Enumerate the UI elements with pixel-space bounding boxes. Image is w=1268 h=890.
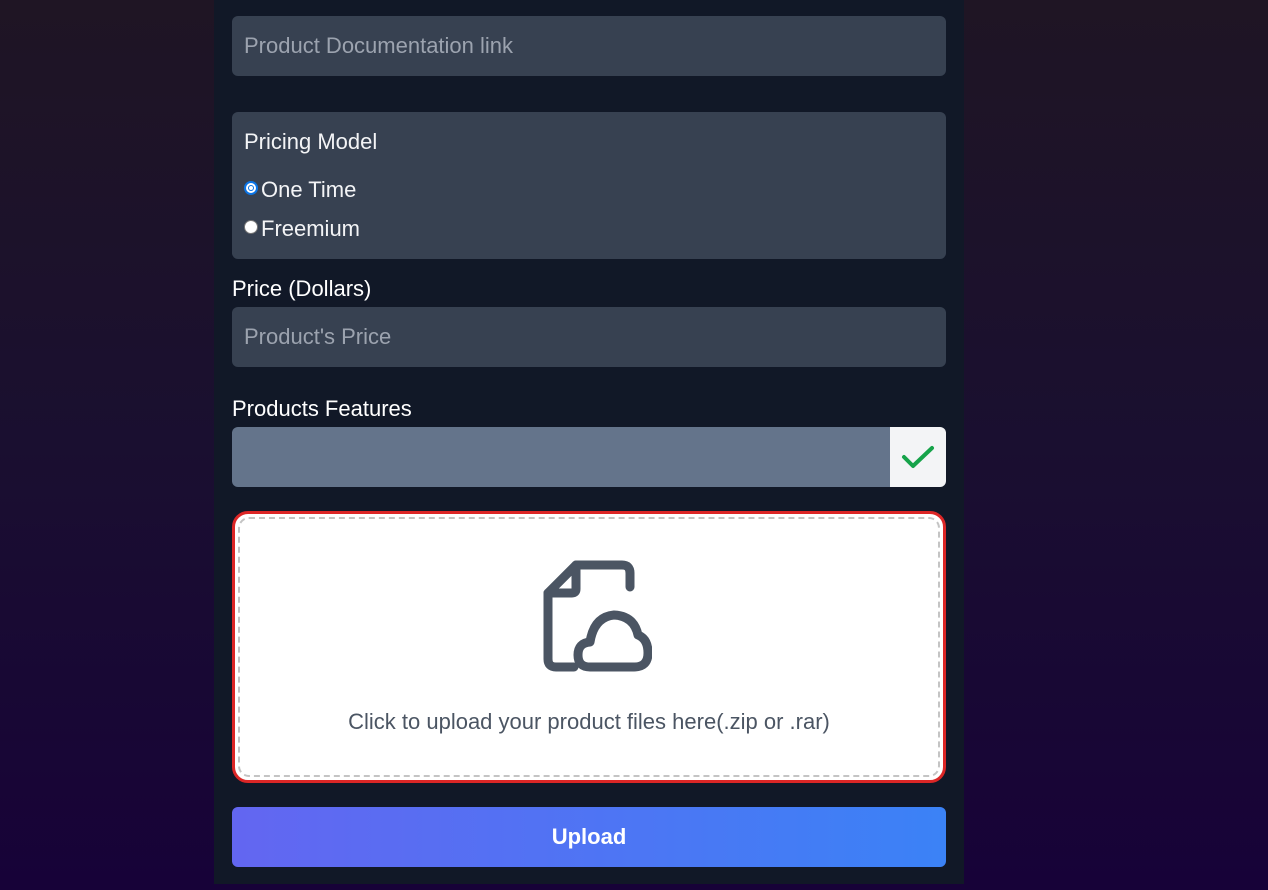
radio-one-time[interactable]	[244, 181, 258, 195]
radio-one-time-label: One Time	[261, 177, 357, 202]
pricing-model-group: Pricing Model One Time Freemium	[232, 112, 946, 259]
features-input-row	[232, 427, 946, 487]
features-input[interactable]	[232, 427, 890, 487]
pricing-option-one-time[interactable]: One Time	[244, 177, 356, 203]
radio-freemium[interactable]	[244, 220, 258, 234]
price-input[interactable]	[232, 307, 946, 367]
upload-instructions: Click to upload your product files here(…	[348, 709, 830, 734]
radio-freemium-label: Freemium	[261, 216, 361, 241]
documentation-link-input[interactable]	[232, 16, 946, 76]
file-cloud-icon	[543, 560, 652, 672]
add-feature-button[interactable]	[890, 427, 946, 487]
pricing-option-freemium[interactable]: Freemium	[244, 216, 360, 242]
pricing-model-title: Pricing Model	[244, 129, 378, 154]
product-form-panel: Pricing Model One Time Freemium Price (D…	[214, 0, 964, 884]
features-label: Products Features	[232, 396, 412, 421]
price-label: Price (Dollars)	[232, 276, 372, 301]
file-upload-dropzone[interactable]: Click to upload your product files here(…	[232, 511, 946, 783]
upload-button[interactable]: Upload	[232, 807, 946, 867]
checkmark-icon	[902, 446, 934, 468]
